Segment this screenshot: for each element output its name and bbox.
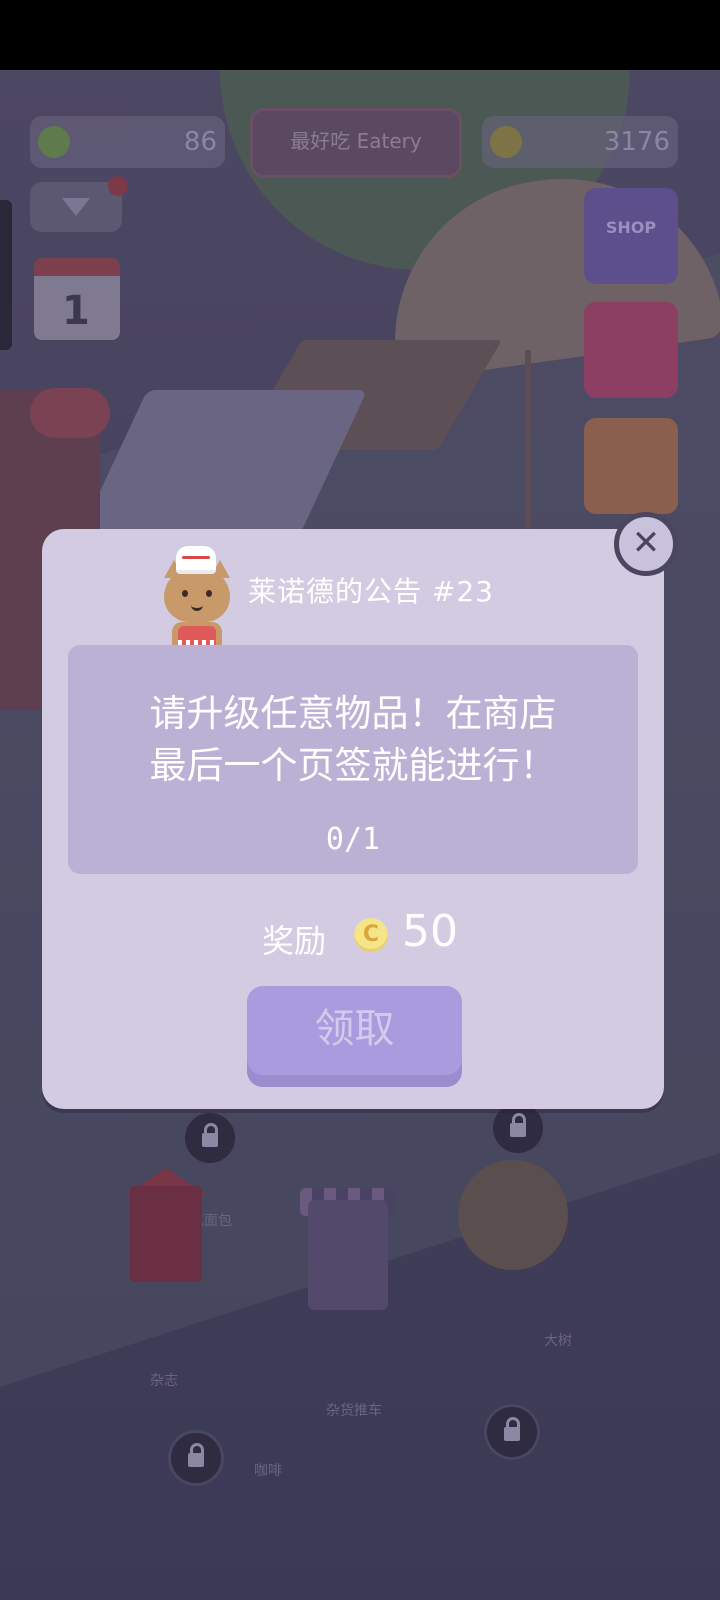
cat-apron <box>178 626 216 646</box>
calendar-icon[interactable]: 1 <box>34 258 120 340</box>
house-building[interactable] <box>130 1186 202 1282</box>
shop-button-label: SHOP <box>605 218 657 237</box>
shop-button[interactable]: SHOP <box>584 188 678 284</box>
close-button[interactable]: ✕ <box>614 512 678 576</box>
reward-label: 奖励 <box>262 922 327 960</box>
coin-icon: C <box>354 918 388 952</box>
lock-icon[interactable] <box>484 1404 540 1460</box>
outfit-button[interactable] <box>584 418 678 514</box>
claim-button-label: 领取 <box>314 1006 395 1052</box>
hearts-value: 86 <box>183 127 217 157</box>
gem-chest-button[interactable] <box>584 302 678 398</box>
quest-description: 请升级任意物品！在商店 最后一个页签就能进行！ <box>149 692 557 787</box>
side-drawer-handle[interactable] <box>0 200 12 350</box>
cat-head <box>164 568 230 622</box>
coin-icon <box>490 126 522 158</box>
heart-icon <box>38 126 70 158</box>
building-label: 大树 <box>544 1333 572 1349</box>
reward-value: 50 <box>402 906 458 957</box>
cat-eye <box>182 590 188 597</box>
close-icon: ✕ <box>631 523 661 563</box>
game-controller-icon[interactable] <box>30 388 110 438</box>
chef-hat-icon <box>176 546 216 574</box>
big-tree-building[interactable] <box>458 1160 568 1270</box>
status-bar <box>0 0 720 70</box>
calendar-day: 1 <box>62 288 90 334</box>
building-label: 杂货推车 <box>326 1403 382 1419</box>
hearts-counter: 86 <box>30 116 225 168</box>
lock-icon[interactable] <box>168 1430 224 1486</box>
coins-counter: 3176 <box>482 116 678 168</box>
building-label: 咖啡 <box>254 1463 282 1479</box>
cat-eye <box>206 590 212 597</box>
coins-value: 3176 <box>603 127 670 157</box>
building-label: 杂志 <box>150 1373 178 1389</box>
lock-icon[interactable] <box>182 1110 238 1166</box>
quest-progress: 0/1 <box>325 822 381 857</box>
chef-cat-avatar <box>158 540 236 646</box>
shop-name-sign[interactable]: 最好吃 Eatery <box>250 108 462 178</box>
grocery-cart-building[interactable] <box>308 1200 388 1310</box>
dialog-title: 莱诺德的公告 #23 <box>248 575 494 608</box>
notification-dot <box>108 176 128 196</box>
